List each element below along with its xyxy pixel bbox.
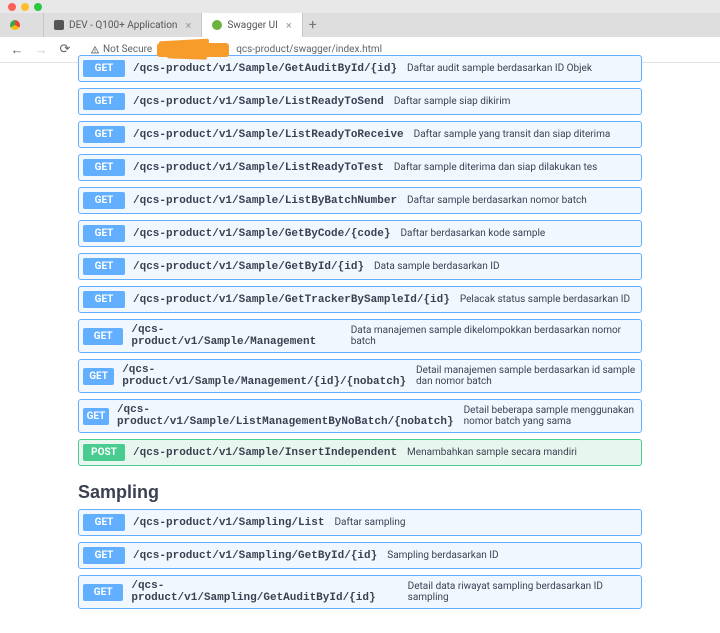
endpoint-path: /qcs-product/v1/Sample/ListReadyToTest [133,162,384,174]
endpoint-description: Menambahkan sample secara mandiri [407,447,577,458]
endpoint-row[interactable]: GET/qcs-product/v1/Sample/GetByCode/{cod… [78,220,642,247]
endpoint-row[interactable]: GET/qcs-product/v1/Sampling/GetById/{id}… [78,542,642,569]
endpoint-path: /qcs-product/v1/Sample/ListReadyToSend [133,96,384,108]
http-method-badge: GET [83,291,125,308]
endpoint-description: Detail beberapa sample menggunakan nomor… [464,405,637,427]
endpoint-path: /qcs-product/v1/Sample/GetTrackerBySampl… [133,294,450,306]
endpoint-row[interactable]: GET/qcs-product/v1/Sample/Management/{id… [78,359,642,393]
endpoint-path: /qcs-product/v1/Sample/Management/{id}/{… [122,364,406,388]
endpoint-path: /qcs-product/v1/Sample/InsertIndependent [133,447,397,459]
endpoint-row[interactable]: GET/qcs-product/v1/Sampling/List Daftar s… [78,509,642,536]
endpoint-row[interactable]: GET/qcs-product/v1/Sample/ListManagement… [78,399,642,433]
endpoint-path: /qcs-product/v1/Sample/GetById/{id} [133,261,364,273]
http-method-badge: GET [83,192,125,209]
endpoint-description: Data sample berdasarkan ID [374,261,499,272]
http-method-badge: GET [83,60,125,77]
redacted-host [157,43,229,57]
http-method-badge: GET [83,225,125,242]
browser-tab[interactable]: Swagger UI × [202,13,302,37]
close-icon[interactable]: × [286,19,292,32]
endpoint-path: /qcs-product/v1/Sample/GetAuditById/{id} [133,63,397,75]
swagger-content: GET/qcs-product/v1/Sample/GetAuditById/{… [0,63,720,625]
endpoint-row[interactable]: GET/qcs-product/v1/Sample/GetById/{id} Da… [78,253,642,280]
endpoint-description: Detail manajemen sample berdasarkan id s… [416,365,637,387]
endpoint-description: Data manajemen sample dikelompokkan berd… [351,325,637,347]
window-minimize-icon[interactable] [21,3,29,11]
window-titlebar [0,0,720,13]
http-method-badge: GET [83,368,114,385]
endpoint-path: /qcs-product/v1/Sample/GetByCode/{code} [133,228,390,240]
window-close-icon[interactable] [8,3,16,11]
security-badge: Not Secure [90,44,152,55]
section-header[interactable]: Sampling [78,472,642,509]
forward-icon[interactable]: → [34,43,48,57]
address-bar[interactable]: Not Secure qcs-product/swagger/index.htm… [82,43,710,57]
http-method-badge: GET [83,514,125,531]
endpoint-description: Detail data riwayat sampling berdasarkan… [408,581,637,603]
endpoint-row[interactable]: GET/qcs-product/v1/Sample/ListByBatchNum… [78,187,642,214]
http-method-badge: GET [83,258,125,275]
http-method-badge: GET [83,328,123,345]
endpoint-row[interactable]: GET/qcs-product/v1/Sample/ListReadyToRec… [78,121,642,148]
window-maximize-icon[interactable] [34,3,42,11]
reload-icon[interactable]: ⟳ [58,43,72,57]
endpoint-description: Daftar audit sample berdasarkan ID Objek [407,63,592,74]
endpoint-path: /qcs-product/v1/Sample/ListManagementByN… [117,404,454,428]
endpoint-row[interactable]: GET/qcs-product/v1/Sample/GetTrackerBySa… [78,286,642,313]
http-method-badge: GET [83,93,125,110]
back-icon[interactable]: ← [10,43,24,57]
http-method-badge: GET [83,547,125,564]
warning-icon [90,45,100,55]
endpoint-path: /qcs-product/v1/Sampling/List [133,517,324,529]
new-tab-button[interactable]: + [303,17,323,33]
endpoint-row[interactable]: GET/qcs-product/v1/Sample/Management Data… [78,319,642,353]
endpoint-description: Daftar sample berdasarkan nomor batch [407,195,587,206]
endpoint-row[interactable]: GET/qcs-product/v1/Sample/ListReadyToTes… [78,154,642,181]
endpoint-row[interactable]: GET/qcs-product/v1/Sample/GetAuditById/{… [78,55,642,82]
close-icon[interactable]: × [185,19,191,32]
http-method-badge: GET [83,159,125,176]
tab-label: Swagger UI [227,20,278,31]
endpoint-description: Pelacak status sample berdasarkan ID [460,294,630,305]
http-method-badge: POST [83,444,125,461]
endpoint-description: Daftar sample diterima dan siap dilakuka… [394,162,597,173]
app-icon [54,20,64,30]
endpoint-path: /qcs-product/v1/Sampling/GetAuditById/{i… [131,580,397,604]
endpoint-description: Daftar sample siap dikirim [394,96,511,107]
endpoint-row[interactable]: POST/qcs-product/v1/Sample/InsertIndepen… [78,439,642,466]
url-path: qcs-product/swagger/index.html [236,44,382,55]
tab-label: DEV - Q100+ Application [69,20,177,31]
http-method-badge: GET [83,584,123,601]
endpoint-description: Daftar sample yang transit dan siap dite… [414,129,611,140]
http-method-badge: GET [83,126,125,143]
swagger-icon [212,20,222,30]
chrome-icon [10,20,20,30]
endpoint-description: Sampling berdasarkan ID [387,550,498,561]
endpoint-description: Daftar berdasarkan kode sample [400,228,545,239]
endpoint-path: /qcs-product/v1/Sample/ListByBatchNumber [133,195,397,207]
http-method-badge: GET [83,408,109,425]
browser-tabs: DEV - Q100+ Application × Swagger UI × + [0,13,720,37]
browser-tab[interactable]: DEV - Q100+ Application × [44,13,202,37]
endpoint-path: /qcs-product/v1/Sample/Management [131,324,340,348]
endpoint-row[interactable]: GET/qcs-product/v1/Sampling/GetAuditById… [78,575,642,609]
endpoint-description: Daftar sampling [334,517,405,528]
endpoint-path: /qcs-product/v1/Sampling/GetById/{id} [133,550,377,562]
endpoint-row[interactable]: GET/qcs-product/v1/Sample/ListReadyToSen… [78,88,642,115]
endpoint-path: /qcs-product/v1/Sample/ListReadyToReceiv… [133,129,404,141]
browser-tab[interactable] [0,13,44,37]
